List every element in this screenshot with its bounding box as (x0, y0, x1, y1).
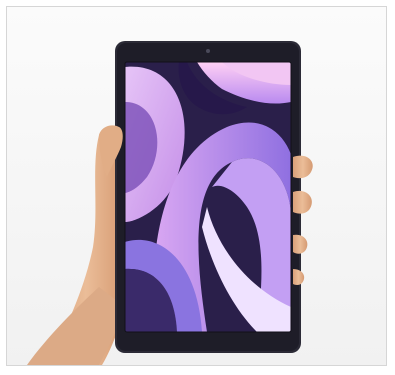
tablet-screen (125, 62, 291, 332)
product-photo (7, 7, 386, 365)
front-camera (206, 49, 210, 53)
image-frame (6, 6, 387, 366)
